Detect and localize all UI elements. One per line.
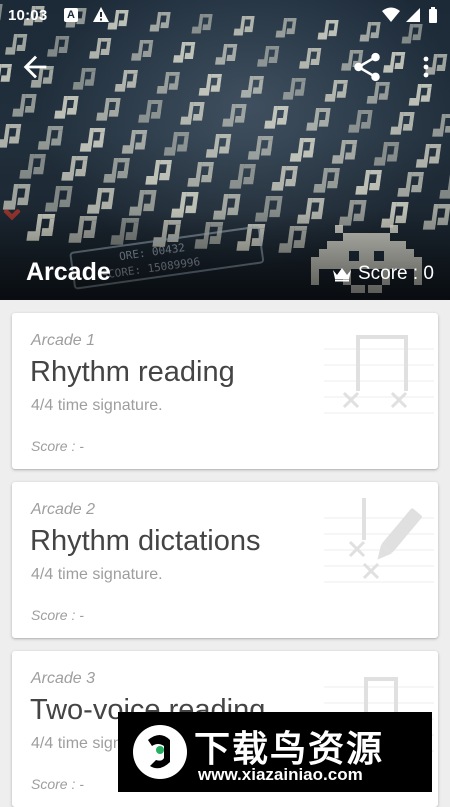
site-watermark: 下载鸟资源 www.xiazainiao.com (118, 712, 432, 792)
card-subtitle: Arcade 2 (31, 501, 96, 518)
arcade-card-1[interactable]: Arcade 1 Rhythm reading 4/4 time signatu… (12, 313, 438, 469)
a-badge-icon: A (64, 8, 78, 22)
more-vert-icon[interactable] (414, 50, 438, 84)
back-arrow-icon[interactable] (18, 50, 52, 84)
battery-icon (429, 7, 437, 23)
signal-icon (406, 8, 420, 22)
wifi-icon (382, 7, 400, 22)
card-score: Score : - (31, 438, 84, 454)
card-title: Rhythm dictations (30, 525, 261, 557)
card-description: 4/4 time signature. (31, 397, 163, 414)
status-bar: 10:03 A (0, 0, 450, 30)
watermark-url: www.xiazainiao.com (198, 765, 363, 784)
app-bar (0, 40, 450, 96)
arcade-card-2[interactable]: Arcade 2 Rhythm dictations 4/4 time sign… (12, 482, 438, 638)
status-icons (382, 7, 437, 23)
page-title: Arcade (26, 258, 111, 286)
total-score: Score : 0 (332, 263, 434, 285)
crown-icon (332, 268, 351, 282)
total-score-label: Score : 0 (357, 263, 434, 284)
card-title: Rhythm reading (30, 356, 235, 388)
card-score: Score : - (31, 776, 84, 792)
bird-logo-icon (133, 725, 187, 779)
note-pencil-icon (324, 498, 434, 583)
card-subtitle: Arcade 1 (31, 332, 96, 349)
share-icon[interactable] (350, 50, 384, 84)
header-banner: ORE: 00432 SCORE: 15089996 10:03 A (0, 0, 450, 300)
card-subtitle: Arcade 3 (31, 670, 96, 687)
card-score: Score : - (31, 607, 84, 623)
notes-icon (324, 335, 434, 414)
status-time: 10:03 (8, 7, 48, 24)
card-description: 4/4 time signature. (31, 566, 163, 583)
warning-icon (93, 7, 109, 22)
